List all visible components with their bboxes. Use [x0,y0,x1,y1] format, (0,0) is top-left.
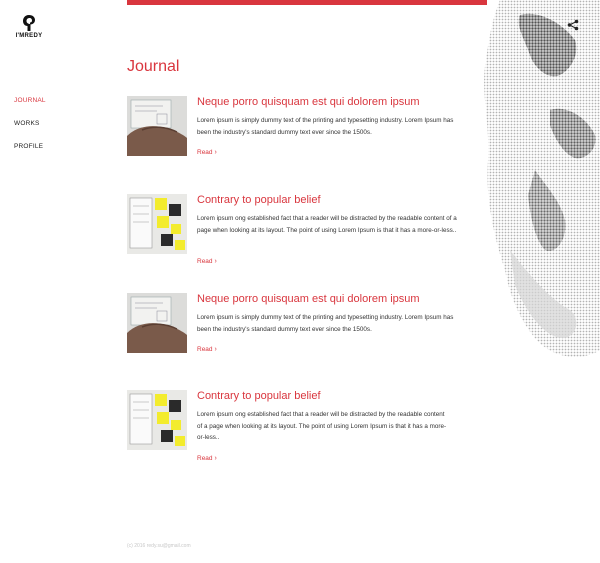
sticky-notes-thumbnail [127,194,187,254]
chevron-right-icon: › [214,258,217,265]
post-title[interactable]: Contrary to popular belief [197,390,321,402]
hand-sketching-thumbnail [127,96,187,156]
post-thumbnail[interactable] [127,293,187,353]
top-accent-bar [127,0,487,5]
post-thumbnail[interactable] [127,194,187,254]
hand-sketching-thumbnail [127,293,187,353]
read-label: Read [197,149,213,156]
sticky-notes-thumbnail [127,390,187,450]
nav-item-works[interactable]: WORKS [14,119,46,142]
portrait-illustration [484,0,600,357]
journal-post: Neque porro quisquam est qui dolorem ips… [127,293,472,369]
nav-item-journal[interactable]: JOURNAL [14,96,46,119]
post-thumbnail[interactable] [127,390,187,450]
main-nav: JOURNAL WORKS PROFILE [14,96,46,165]
post-excerpt: Lorem ipsum is simply dummy text of the … [197,117,454,136]
logo-mark-icon [23,15,35,31]
read-label: Read [197,455,213,462]
read-label: Read [197,346,213,353]
footer-copyright: (c) 2016 redy.su@gmail.com [127,543,191,549]
post-excerpt: Lorem ipsum ong established fact that a … [197,411,447,441]
read-link[interactable]: Read › [197,258,217,265]
post-excerpt: Lorem ipsum is simply dummy text of the … [197,314,454,333]
page-title: Journal [127,58,180,75]
read-link[interactable]: Read › [197,346,217,353]
read-label: Read [197,258,213,265]
journal-post: Neque porro quisquam est qui dolorem ips… [127,96,472,172]
post-title[interactable]: Neque porro quisquam est qui dolorem ips… [197,293,420,305]
chevron-right-icon: › [214,149,217,156]
post-excerpt: Lorem ipsum ong established fact that a … [197,215,457,234]
nav-item-profile[interactable]: PROFILE [14,142,46,165]
brand-name: I'MREDY [15,33,43,39]
chevron-right-icon: › [214,346,217,353]
share-icon[interactable] [567,19,579,31]
chevron-right-icon: › [214,455,217,462]
brand-logo[interactable]: I'MREDY [12,14,46,39]
journal-post: Contrary to popular belief Lorem ipsum o… [127,390,472,466]
read-link[interactable]: Read › [197,455,217,462]
post-title[interactable]: Contrary to popular belief [197,194,321,206]
post-thumbnail[interactable] [127,96,187,156]
journal-post: Contrary to popular belief Lorem ipsum o… [127,194,472,270]
read-link[interactable]: Read › [197,149,217,156]
post-title[interactable]: Neque porro quisquam est qui dolorem ips… [197,96,420,108]
